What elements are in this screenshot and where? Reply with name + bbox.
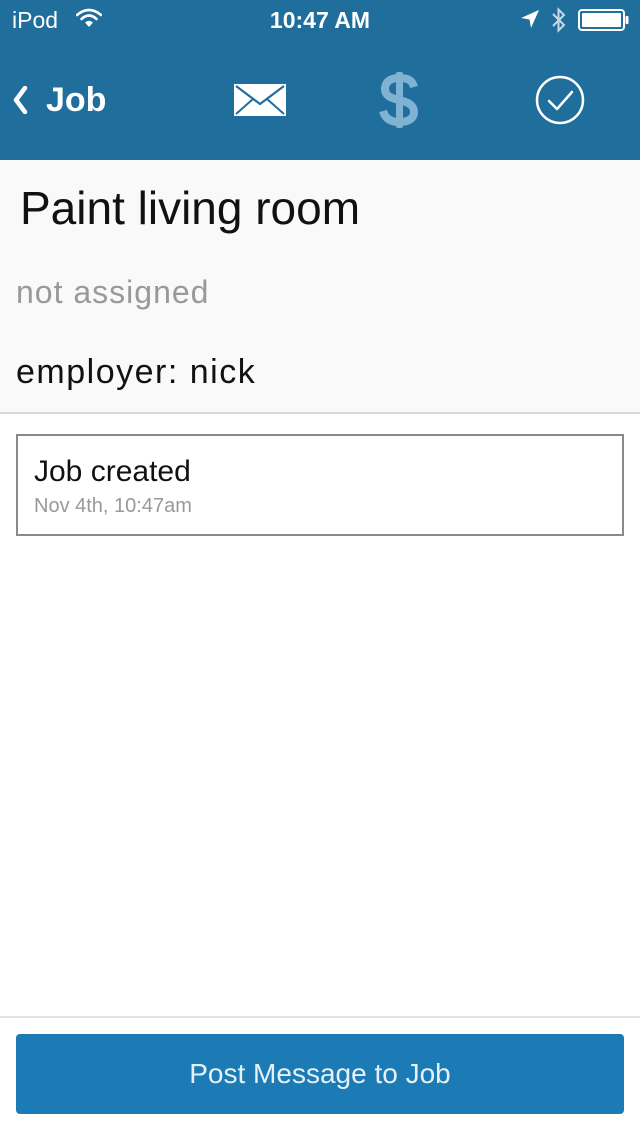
- nav-title: Job: [46, 81, 107, 119]
- activity-title: Job created: [34, 455, 191, 488]
- footer-divider: [0, 1016, 640, 1018]
- dollar-icon: [379, 72, 419, 128]
- job-title: Paint living room: [20, 182, 361, 234]
- activity-timestamp: Nov 4th, 10:47am: [34, 495, 192, 517]
- location-arrow-icon: [521, 10, 539, 28]
- post-message-button[interactable]: Post Message to Job: [16, 1034, 624, 1114]
- employer-label: employer: nick: [16, 353, 257, 391]
- mail-icon: [234, 84, 286, 116]
- job-details: Paint living room not assigned employer:…: [0, 160, 640, 414]
- back-button[interactable]: Job: [12, 78, 106, 122]
- back-chevron-icon: [13, 86, 28, 114]
- status-time: 10:47 AM: [269, 7, 371, 33]
- activity-item: Job created Nov 4th, 10:47am: [16, 434, 624, 536]
- complete-job-button[interactable]: [534, 74, 586, 131]
- header-bar: iPod 10:47 AM Job: [0, 0, 640, 160]
- mail-button[interactable]: [234, 84, 286, 121]
- payment-button[interactable]: [376, 70, 422, 135]
- bluetooth-icon: [552, 7, 566, 33]
- assignee-status: not assigned: [16, 274, 210, 310]
- battery-icon: [578, 9, 629, 31]
- navigation-bar: Job: [0, 40, 640, 160]
- check-circle-icon: [535, 75, 585, 125]
- status-bar: iPod 10:47 AM: [0, 0, 640, 40]
